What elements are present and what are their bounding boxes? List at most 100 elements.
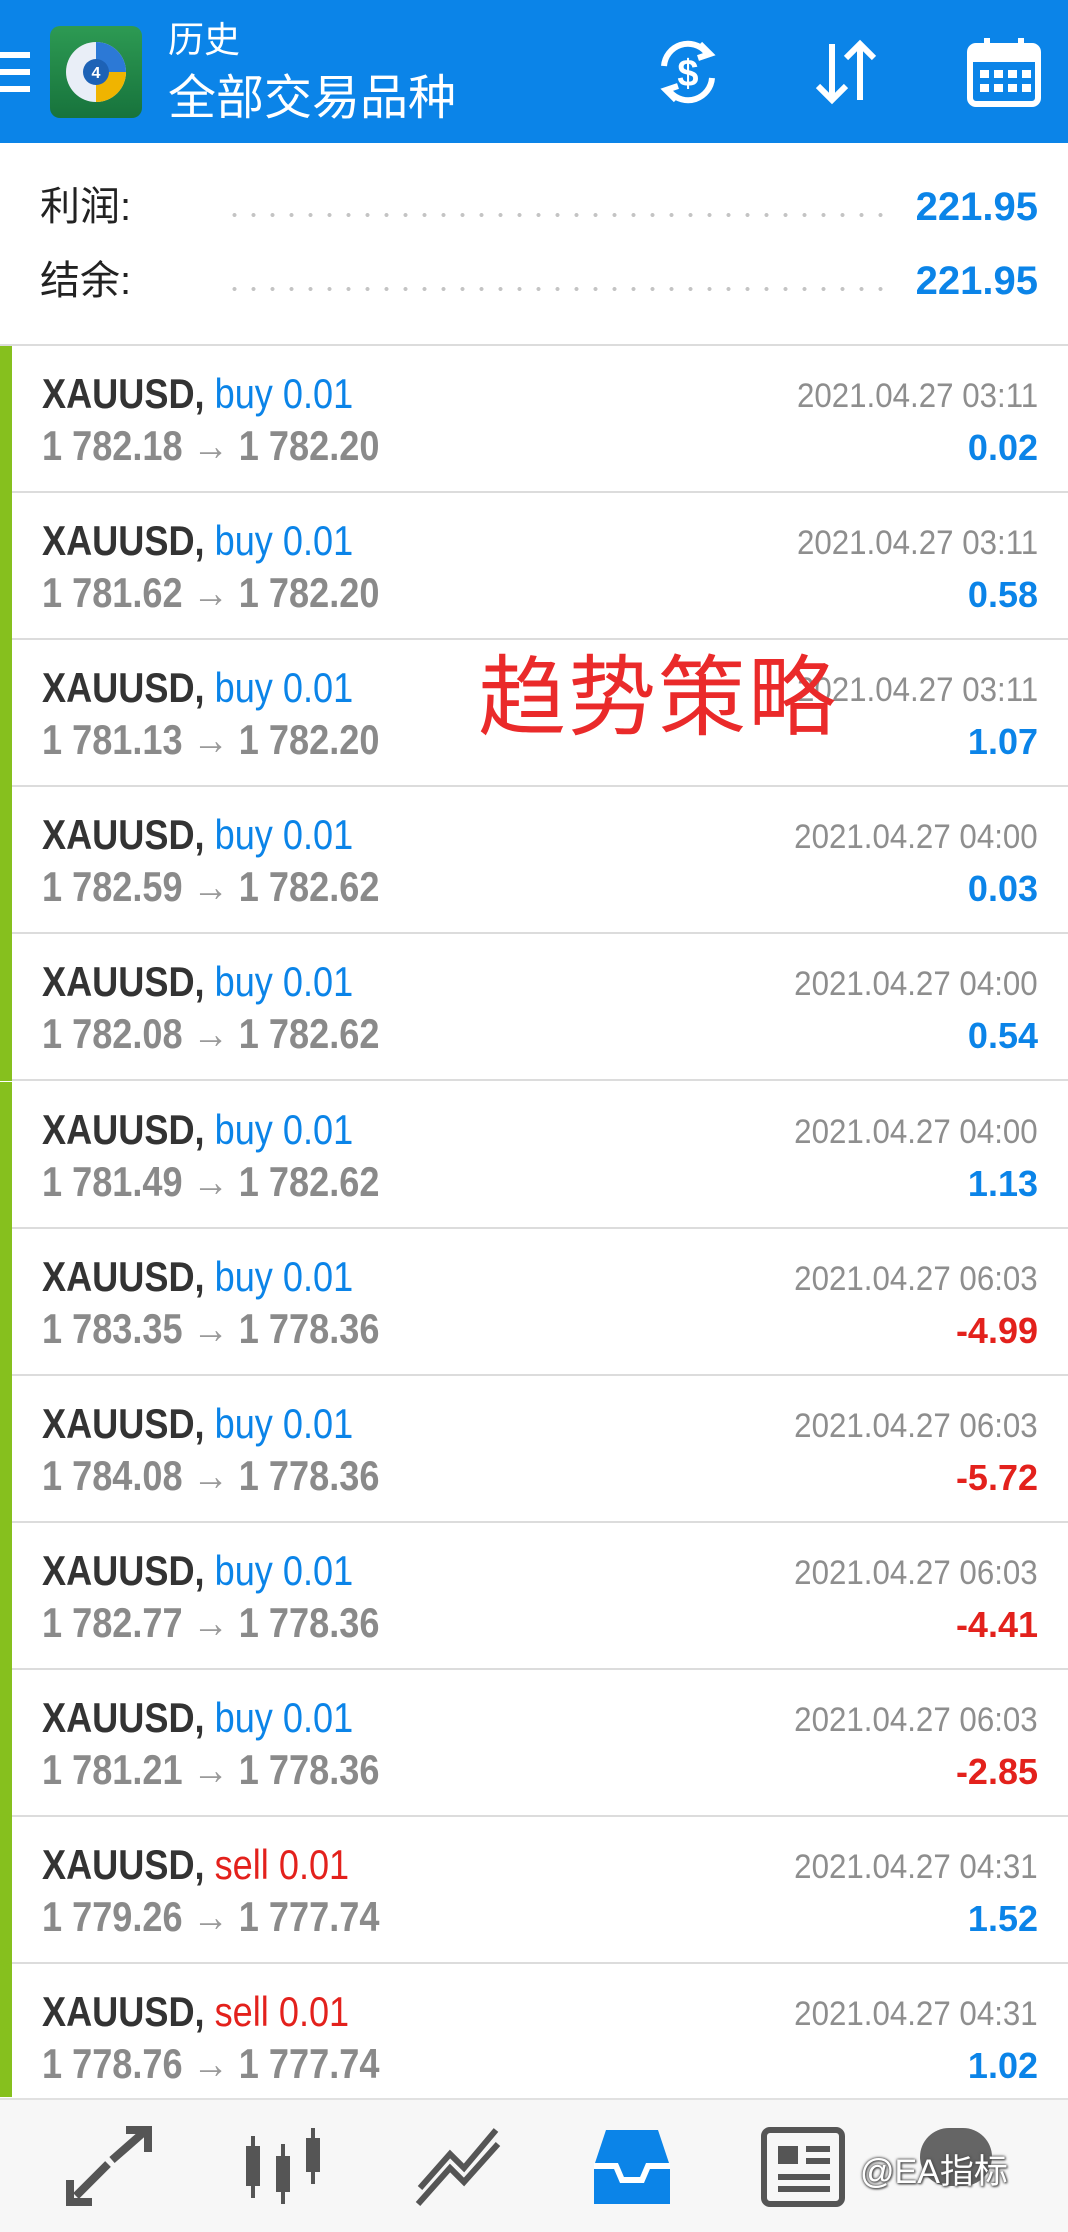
trade-row[interactable]: XAUUSD, buy 0.01 1 782.08 → 1 782.62 2021.… <box>0 934 1068 1081</box>
news-icon[interactable] <box>758 2124 854 2210</box>
profit-label: 利润: <box>40 185 132 229</box>
trade-header: XAUUSD, sell 0.01 <box>42 1986 349 2038</box>
trade-row[interactable]: XAUUSD, buy 0.01 1 784.08 → 1 778.36 2021.… <box>0 1376 1068 1523</box>
trade-time: 2021.04.27 04:00 <box>794 1113 1038 1151</box>
trade-time: 2021.04.27 03:11 <box>796 524 1038 562</box>
close-price: 1 777.74 <box>238 2040 380 2087</box>
trade-side: buy <box>214 517 273 564</box>
trade-time: 2021.04.27 06:03 <box>794 1407 1038 1445</box>
trade-header: XAUUSD, buy 0.01 <box>42 1104 353 1156</box>
arrow-right-icon: → <box>182 1305 239 1352</box>
close-price: 1 778.36 <box>238 1452 380 1499</box>
trade-symbol: XAUUSD, <box>42 1253 205 1300</box>
trade-symbol: XAUUSD, <box>42 517 205 564</box>
trade-volume: 0.01 <box>282 370 354 417</box>
trade-prices: 1 781.62 → 1 782.20 <box>42 567 379 619</box>
close-price: 1 782.20 <box>238 569 380 616</box>
app-header: 4 历史 全部交易品种 $ <box>0 0 1068 143</box>
trade-row[interactable]: XAUUSD, buy 0.01 1 782.77 → 1 778.36 2021.… <box>0 1523 1068 1670</box>
trade-prices: 1 781.49 → 1 782.62 <box>42 1156 379 1208</box>
trade-prices: 1 784.08 → 1 778.36 <box>42 1450 379 1502</box>
svg-text:4: 4 <box>92 65 101 82</box>
open-price: 1 783.35 <box>42 1305 183 1352</box>
trade-prices: 1 779.26 → 1 777.74 <box>42 1891 379 1943</box>
trade-side: sell <box>214 1988 269 2035</box>
trade-row[interactable]: XAUUSD, sell 0.01 1 778.76 → 1 777.74 2021… <box>0 1964 1068 2097</box>
trade-profit: 0.58 <box>967 574 1038 615</box>
trade-symbol: XAUUSD, <box>42 1988 205 2035</box>
close-price: 1 778.36 <box>238 1599 380 1646</box>
trade-side: buy <box>214 664 273 711</box>
trade-volume: 0.01 <box>282 1253 354 1300</box>
trade-row[interactable]: XAUUSD, buy 0.01 1 783.35 → 1 778.36 2021.… <box>0 1229 1068 1376</box>
open-price: 1 781.49 <box>42 1158 183 1205</box>
trade-icon[interactable] <box>410 2124 506 2210</box>
trade-symbol: XAUUSD, <box>42 958 205 1005</box>
arrow-right-icon: → <box>182 569 239 616</box>
trade-symbol: XAUUSD, <box>42 664 205 711</box>
trade-profit: 0.03 <box>967 868 1038 909</box>
trade-side: buy <box>214 1253 273 1300</box>
close-price: 1 782.62 <box>238 1158 380 1205</box>
menu-icon[interactable] <box>0 50 30 94</box>
trade-prices: 1 778.76 → 1 777.74 <box>42 2038 379 2090</box>
trade-side: sell <box>214 1841 269 1888</box>
trade-symbol: XAUUSD, <box>42 370 205 417</box>
history-icon[interactable] <box>584 2124 680 2210</box>
trade-volume: 0.01 <box>282 1400 354 1447</box>
arrow-right-icon: → <box>182 1746 239 1793</box>
trade-symbol: XAUUSD, <box>42 1106 205 1153</box>
trade-symbol: XAUUSD, <box>42 1694 205 1741</box>
calendar-icon[interactable] <box>966 36 1042 108</box>
trade-prices: 1 782.59 → 1 782.62 <box>42 861 379 913</box>
trade-prices: 1 781.21 → 1 778.36 <box>42 1744 379 1796</box>
trade-volume: 0.01 <box>282 811 354 858</box>
trade-symbol: XAUUSD, <box>42 1400 205 1447</box>
currency-exchange-icon[interactable]: $ <box>650 36 726 108</box>
page-title: 历史 <box>168 19 241 60</box>
trade-symbol: XAUUSD, <box>42 811 205 858</box>
trade-row[interactable]: XAUUSD, buy 0.01 1 781.21 → 1 778.36 2021.… <box>0 1670 1068 1817</box>
open-price: 1 778.76 <box>42 2040 183 2087</box>
trade-header: XAUUSD, buy 0.01 <box>42 1398 353 1450</box>
arrow-right-icon: → <box>182 1599 239 1646</box>
trade-side: buy <box>214 1694 273 1741</box>
trade-volume: 0.01 <box>282 664 354 711</box>
balance-row: 结余: 221.95 <box>0 251 1068 311</box>
trade-profit: -5.72 <box>955 1457 1038 1498</box>
symbol-filter[interactable]: 全部交易品种 <box>168 70 456 128</box>
trade-row[interactable]: XAUUSD, buy 0.01 1 781.62 → 1 782.20 2021.… <box>0 493 1068 640</box>
trade-time: 2021.04.27 06:03 <box>794 1554 1038 1592</box>
trade-row[interactable]: XAUUSD, buy 0.01 1 782.59 → 1 782.62 2021.… <box>0 787 1068 934</box>
chart-icon[interactable] <box>236 2124 332 2210</box>
sort-icon[interactable] <box>808 36 884 108</box>
open-price: 1 782.59 <box>42 863 183 910</box>
trade-side: buy <box>214 811 273 858</box>
trade-profit: 1.07 <box>967 721 1038 762</box>
trade-row[interactable]: XAUUSD, buy 0.01 1 781.49 → 1 782.62 2021.… <box>0 1082 1068 1229</box>
trade-header: XAUUSD, sell 0.01 <box>42 1839 349 1891</box>
close-price: 1 777.74 <box>238 1893 380 1940</box>
quotes-icon[interactable] <box>62 2124 158 2210</box>
trade-row[interactable]: XAUUSD, buy 0.01 1 782.18 → 1 782.20 2021.… <box>0 346 1068 493</box>
trade-side: buy <box>214 370 273 417</box>
trade-time: 2021.04.27 04:31 <box>794 1848 1038 1886</box>
trade-prices: 1 782.18 → 1 782.20 <box>42 420 379 472</box>
close-price: 1 782.20 <box>238 716 380 763</box>
trade-row[interactable]: XAUUSD, sell 0.01 1 779.26 → 1 777.74 2021… <box>0 1817 1068 1964</box>
position-indicator-bar <box>0 1229 12 1376</box>
close-price: 1 782.62 <box>238 1010 380 1057</box>
trade-time: 2021.04.27 03:11 <box>796 377 1038 415</box>
trade-header: XAUUSD, buy 0.01 <box>42 809 353 861</box>
position-indicator-bar <box>0 493 12 640</box>
position-indicator-bar <box>0 1817 12 1964</box>
trade-volume: 0.01 <box>282 517 354 564</box>
trade-side: buy <box>214 958 273 1005</box>
trade-header: XAUUSD, buy 0.01 <box>42 368 353 420</box>
trade-time: 2021.04.27 04:00 <box>794 818 1038 856</box>
open-price: 1 781.21 <box>42 1746 183 1793</box>
trade-profit: -2.85 <box>955 1751 1038 1792</box>
open-price: 1 779.26 <box>42 1893 183 1940</box>
dotted-leader <box>225 213 888 217</box>
trade-volume: 0.01 <box>278 1841 350 1888</box>
